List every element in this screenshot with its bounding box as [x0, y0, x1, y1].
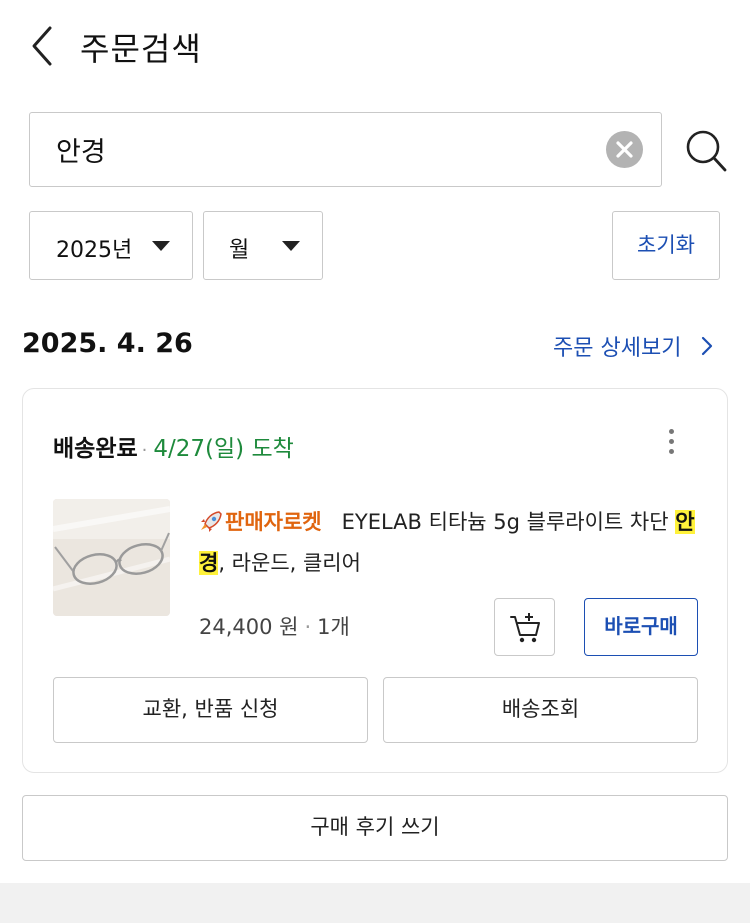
magnifier-icon[interactable]	[684, 128, 728, 174]
chevron-right-icon[interactable]	[700, 335, 714, 357]
buy-now-button[interactable]: 바로구매	[584, 598, 698, 656]
year-dropdown-label: 2025년	[56, 238, 133, 263]
exchange-return-button[interactable]: 교환, 반품 신청	[53, 677, 368, 743]
add-to-cart-button[interactable]	[494, 598, 555, 656]
clear-circle-icon[interactable]	[606, 131, 643, 168]
reset-button[interactable]: 초기화	[612, 211, 720, 280]
delivery-status-row: 배송완료 · 4/27(일) 도착	[53, 429, 294, 463]
header: 주문검색	[0, 0, 750, 90]
delivery-status: 배송완료	[53, 436, 138, 462]
chevron-left-icon[interactable]	[26, 24, 60, 68]
arrival-date: 4/27(일) 도착	[153, 436, 294, 462]
month-dropdown-label: 월	[229, 238, 250, 263]
order-date: 2025. 4. 26	[22, 328, 193, 359]
seller-rocket-badge: 판매자로켓	[225, 510, 322, 534]
order-detail-link[interactable]: 주문 상세보기	[553, 330, 681, 362]
product-title[interactable]: 판매자로켓 EYELAB 티타늄 5g 블루라이트 차단 안경, 라운드, 클리…	[199, 502, 709, 584]
write-review-button[interactable]: 구매 후기 쓰기	[22, 795, 728, 861]
product-image[interactable]	[53, 499, 170, 616]
rocket-icon	[201, 511, 222, 532]
caret-down-icon	[152, 241, 170, 251]
product-price: 24,400 원	[199, 615, 299, 639]
page-title: 주문검색	[80, 30, 202, 68]
search-box	[29, 112, 662, 187]
separator-dot: ·	[141, 440, 148, 461]
product-name-suffix: , 라운드, 클리어	[218, 551, 361, 575]
caret-down-icon	[282, 241, 300, 251]
product-quantity: 1개	[317, 615, 350, 639]
month-dropdown[interactable]: 월	[203, 211, 323, 280]
separator-dot: ·	[304, 615, 312, 639]
product-name-text: EYELAB 티타늄 5g 블루라이트 차단	[341, 510, 669, 534]
year-dropdown[interactable]: 2025년	[29, 211, 193, 280]
order-card: 배송완료 · 4/27(일) 도착 판매자로켓 EYELAB 티타늄 5g 블루라이…	[22, 388, 728, 773]
more-options-icon[interactable]	[663, 429, 679, 461]
delivery-tracking-button[interactable]: 배송조회	[383, 677, 698, 743]
cart-plus-icon	[510, 613, 540, 643]
bottom-divider	[0, 883, 750, 923]
search-input[interactable]	[56, 113, 616, 185]
price-row: 24,400 원 · 1개	[199, 611, 350, 641]
